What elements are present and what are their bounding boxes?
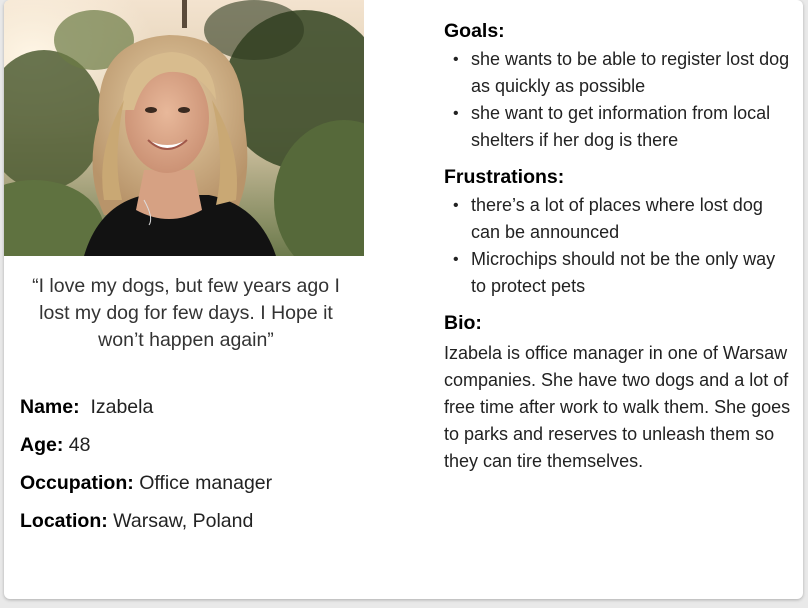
fact-location-value: Warsaw, Poland	[113, 510, 254, 532]
persona-photo	[4, 0, 364, 256]
fact-age-label: Age:	[20, 434, 64, 456]
frustration-item: there’s a lot of places where lost dog c…	[444, 192, 794, 246]
goals-title: Goals:	[444, 20, 505, 42]
fact-location: Location: Warsaw, Poland	[20, 509, 360, 547]
frustration-item: Microchips should not be the only way to…	[444, 246, 794, 300]
fact-age: Age: 48	[20, 433, 360, 471]
fact-age-value: 48	[68, 434, 91, 456]
bio-section: Bio: Izabela is office manager in one of…	[444, 310, 794, 475]
bio-text: Izabela is office manager in one of Wars…	[444, 343, 791, 471]
fact-occupation-label: Occupation:	[20, 472, 134, 494]
goals-section: Goals: she wants to be able to register …	[444, 18, 794, 154]
persona-quote: “I love my dogs, but few years ago I los…	[32, 275, 340, 351]
fact-name-label: Name:	[20, 396, 80, 418]
fact-location-label: Location:	[20, 510, 108, 532]
frustrations-list: there’s a lot of places where lost dog c…	[444, 192, 794, 300]
fact-name-value: Izabela	[90, 396, 154, 418]
bio-title: Bio:	[444, 312, 482, 334]
frustrations-section: Frustrations: there’s a lot of places wh…	[444, 164, 794, 300]
goal-item: she wants to be able to register lost do…	[444, 46, 794, 100]
goals-list: she wants to be able to register lost do…	[444, 46, 794, 154]
fact-name: Name: Izabela	[20, 395, 360, 433]
fact-occupation: Occupation: Office manager	[20, 471, 360, 509]
fact-occupation-value: Office manager	[139, 472, 273, 494]
goal-item: she want to get information from local s…	[444, 100, 794, 154]
frustrations-title: Frustrations:	[444, 166, 565, 188]
persona-details: Goals: she wants to be able to register …	[444, 18, 794, 475]
persona-card: “I love my dogs, but few years ago I los…	[4, 0, 803, 599]
persona-facts: Name: Izabela Age: 48 Occupation: Office…	[20, 395, 360, 547]
